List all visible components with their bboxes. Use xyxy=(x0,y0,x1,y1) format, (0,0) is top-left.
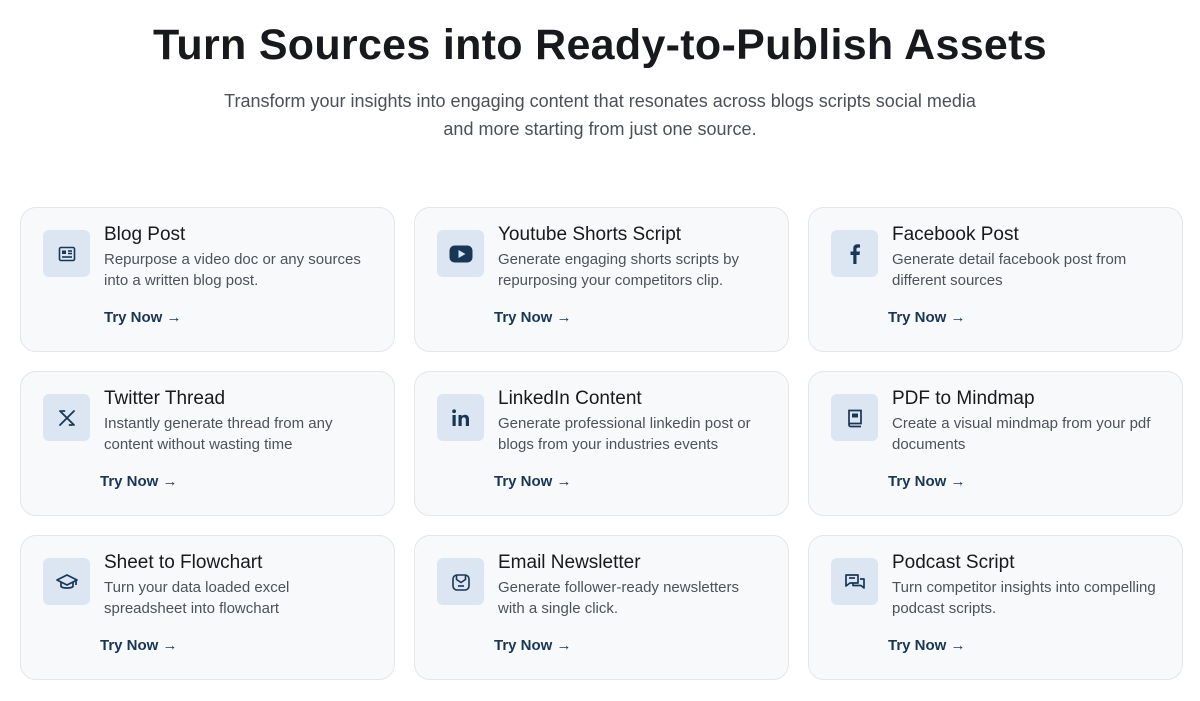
try-now-link[interactable]: Try Now → xyxy=(494,308,572,328)
card-title: LinkedIn Content xyxy=(498,388,642,409)
x-twitter-icon xyxy=(43,394,90,441)
card-linkedin-content[interactable]: LinkedIn Content Generate professional l… xyxy=(414,371,789,516)
try-now-link[interactable]: Try Now → xyxy=(100,472,178,492)
try-now-link[interactable]: Try Now → xyxy=(100,636,178,656)
page-subtitle: Transform your insights into engaging co… xyxy=(224,91,976,139)
card-blog-post[interactable]: Blog Post Repurpose a video doc or any s… xyxy=(20,207,395,352)
card-description: Generate engaging shorts scripts by repu… xyxy=(498,251,739,289)
envelope-icon xyxy=(437,558,484,605)
try-now-link[interactable]: Try Now → xyxy=(888,636,966,656)
card-twitter-thread[interactable]: Twitter Thread Instantly generate thread… xyxy=(20,371,395,516)
card-description: Turn competitor insights into compelling… xyxy=(892,579,1156,617)
card-podcast-script[interactable]: Podcast Script Turn competitor insights … xyxy=(808,535,1183,680)
card-title: PDF to Mindmap xyxy=(892,388,1035,409)
card-title: Twitter Thread xyxy=(104,388,226,409)
youtube-icon xyxy=(437,230,484,277)
try-now-link[interactable]: Try Now → xyxy=(494,472,572,492)
chat-bubbles-icon xyxy=(831,558,878,605)
card-title: Podcast Script xyxy=(892,552,1015,573)
card-description: Instantly generate thread from any conte… xyxy=(104,415,333,453)
card-pdf-to-mindmap[interactable]: PDF to Mindmap Create a visual mindmap f… xyxy=(808,371,1183,516)
card-description: Repurpose a video doc or any sources int… xyxy=(104,251,361,289)
linkedin-icon xyxy=(437,394,484,441)
page-title: Turn Sources into Ready-to-Publish Asset… xyxy=(153,21,1047,69)
card-description: Generate professional linkedin post or b… xyxy=(498,415,751,453)
card-title: Sheet to Flowchart xyxy=(104,552,263,573)
card-title: Email Newsletter xyxy=(498,552,641,573)
try-now-link[interactable]: Try Now → xyxy=(888,308,966,328)
newspaper-icon xyxy=(43,230,90,277)
graduation-cap-icon xyxy=(43,558,90,605)
card-email-newsletter[interactable]: Email Newsletter Generate follower-ready… xyxy=(414,535,789,680)
facebook-icon xyxy=(831,230,878,277)
card-description: Generate follower-ready newsletters with… xyxy=(498,579,739,617)
card-title: Facebook Post xyxy=(892,224,1019,245)
card-description: Generate detail facebook post from diffe… xyxy=(892,251,1127,289)
card-youtube-shorts-script[interactable]: Youtube Shorts Script Generate engaging … xyxy=(414,207,789,352)
hero-section: Turn Sources into Ready-to-Publish Asset… xyxy=(0,0,1200,143)
card-title: Blog Post xyxy=(104,224,186,245)
card-description: Create a visual mindmap from your pdf do… xyxy=(892,415,1151,453)
try-now-link[interactable]: Try Now → xyxy=(104,308,182,328)
card-sheet-to-flowchart[interactable]: Sheet to Flowchart Turn your data loaded… xyxy=(20,535,395,680)
book-icon xyxy=(831,394,878,441)
card-description: Turn your data loaded excel spreadsheet … xyxy=(104,579,290,617)
tools-grid: Blog Post Repurpose a video doc or any s… xyxy=(20,207,1183,680)
try-now-link[interactable]: Try Now → xyxy=(888,472,966,492)
try-now-link[interactable]: Try Now → xyxy=(494,636,572,656)
card-facebook-post[interactable]: Facebook Post Generate detail facebook p… xyxy=(808,207,1183,352)
card-title: Youtube Shorts Script xyxy=(498,224,682,245)
